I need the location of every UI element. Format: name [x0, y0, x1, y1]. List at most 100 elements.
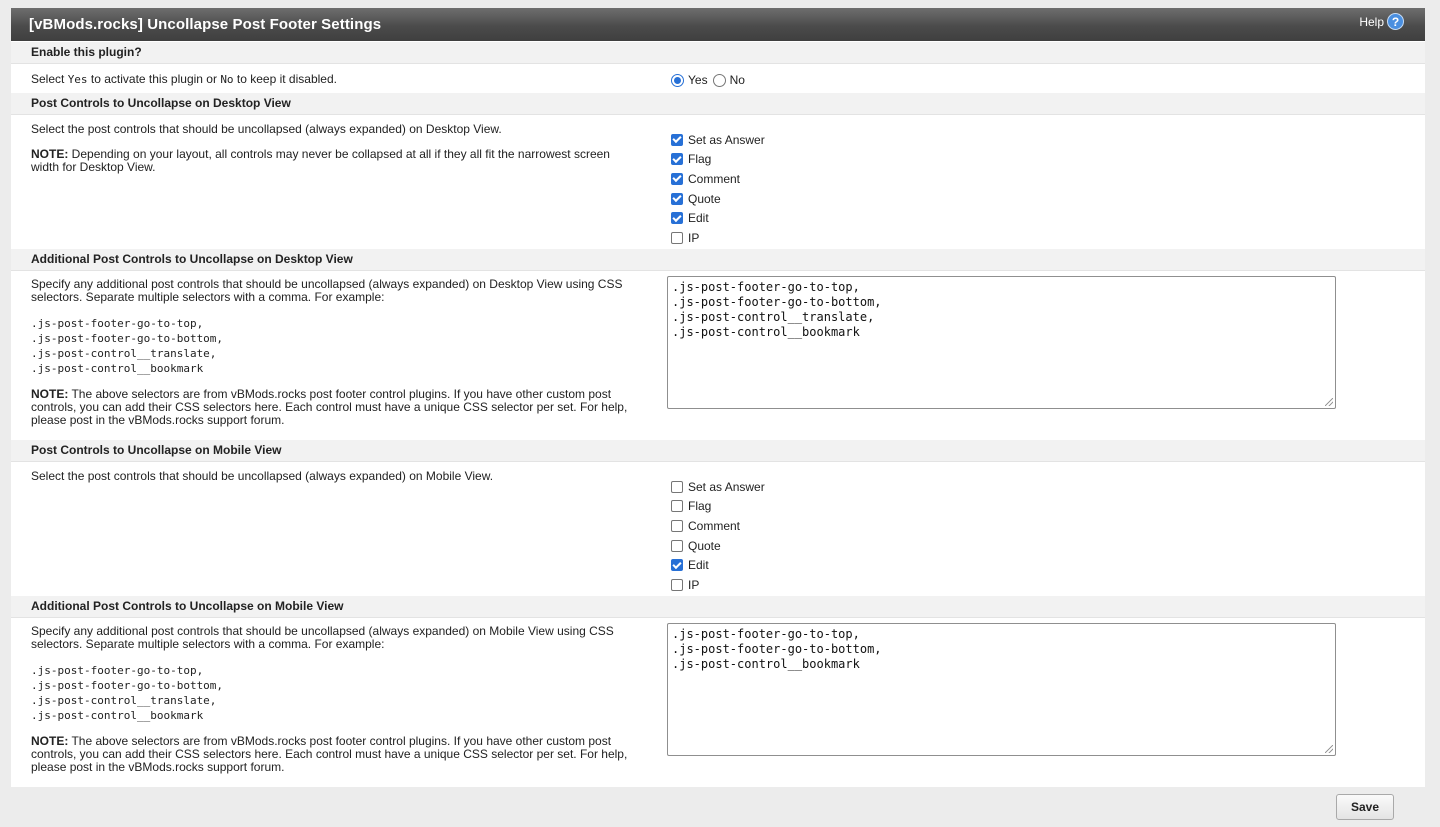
note-label: NOTE: [31, 387, 69, 401]
textarea-value: .js-post-footer-go-to-top, .js-post-foot… [672, 627, 882, 671]
mobile-option-flag[interactable]: Flag [671, 497, 765, 517]
enable-no-radio[interactable] [712, 73, 726, 87]
checkbox[interactable] [671, 153, 683, 166]
enable-radio-group: Yes No [671, 73, 750, 87]
enable-desc-text: to keep it disabled. [233, 72, 337, 86]
enable-desc-text: to activate this plugin or [87, 72, 221, 86]
mobile-additional-row: Specify any additional post controls tha… [11, 617, 1425, 787]
checkbox[interactable] [671, 172, 683, 185]
mobile-option-edit[interactable]: Edit [671, 555, 765, 575]
option-label[interactable]: Set as Answer [688, 480, 765, 494]
yes-code: Yes [67, 73, 88, 86]
checkbox[interactable] [671, 231, 683, 244]
checkbox[interactable] [671, 192, 683, 205]
option-label[interactable]: Edit [688, 558, 709, 572]
mobile-option-set-as-answer[interactable]: Set as Answer [671, 477, 765, 497]
enable-yes-label[interactable]: Yes [688, 73, 708, 87]
checkbox[interactable] [671, 212, 683, 225]
desktop-option-ip[interactable]: IP [671, 228, 765, 248]
checkbox[interactable] [671, 559, 683, 572]
section-desktop-additional-heading: Additional Post Controls to Uncollapse o… [11, 249, 1425, 270]
option-label[interactable]: Edit [688, 211, 709, 225]
help-question-icon[interactable]: ? [1387, 13, 1404, 30]
section-enable-heading: Enable this plugin? [11, 42, 1425, 63]
checkbox[interactable] [671, 519, 683, 532]
mobile-desc-text: Select the post controls that should be … [31, 469, 494, 483]
enable-desc-text: Select [31, 72, 68, 86]
code-line: .js-post-control__translate, [31, 694, 217, 707]
title-bar: [vBMods.rocks] Uncollapse Post Footer Se… [11, 8, 1425, 41]
code-line: .js-post-control__bookmark [31, 362, 204, 375]
form-footer: Save [11, 787, 1425, 827]
desktop-note: NOTE: Depending on your layout, all cont… [31, 148, 636, 174]
textarea-value: .js-post-footer-go-to-top, .js-post-foot… [672, 280, 882, 339]
desktop-additional-note: NOTE: The above selectors are from vBMod… [31, 388, 636, 427]
mobile-description: Select the post controls that should be … [31, 470, 636, 483]
checkbox[interactable] [671, 500, 683, 513]
note-label: NOTE: [31, 734, 69, 748]
mobile-controls-row: Select the post controls that should be … [11, 461, 1425, 596]
mobile-checkbox-list: Set as Answer Flag Comment Quote Edit IP [671, 477, 765, 595]
enable-row: Select Yes to activate this plugin or No… [11, 63, 1425, 93]
option-label[interactable]: Set as Answer [688, 133, 765, 147]
option-label[interactable]: Quote [688, 192, 721, 206]
help-label: Help [1359, 14, 1384, 29]
mobile-example-code: .js-post-footer-go-to-top, .js-post-foot… [31, 663, 636, 723]
section-desktop-heading: Post Controls to Uncollapse on Desktop V… [11, 93, 1425, 114]
desktop-example-code: .js-post-footer-go-to-top, .js-post-foot… [31, 316, 636, 376]
mobile-selectors-textarea[interactable]: .js-post-footer-go-to-top, .js-post-foot… [667, 623, 1336, 756]
resize-grip-icon[interactable] [1325, 745, 1333, 753]
desktop-option-edit[interactable]: Edit [671, 208, 765, 228]
option-label[interactable]: Flag [688, 152, 711, 166]
checkbox[interactable] [671, 578, 683, 591]
checkbox[interactable] [671, 539, 683, 552]
code-line: .js-post-control__translate, [31, 347, 217, 360]
mobile-additional-desc-text: Specify any additional post controls tha… [31, 624, 614, 651]
option-label[interactable]: Comment [688, 172, 740, 186]
page-title: [vBMods.rocks] Uncollapse Post Footer Se… [29, 16, 382, 33]
code-line: .js-post-footer-go-to-top, [31, 664, 204, 677]
resize-grip-icon[interactable] [1325, 398, 1333, 406]
settings-panel: [vBMods.rocks] Uncollapse Post Footer Se… [11, 8, 1425, 827]
checkbox[interactable] [671, 133, 683, 146]
desktop-option-set-as-answer[interactable]: Set as Answer [671, 130, 765, 150]
code-line: .js-post-footer-go-to-bottom, [31, 332, 224, 345]
desktop-option-comment[interactable]: Comment [671, 169, 765, 189]
enable-description: Select Yes to activate this plugin or No… [31, 72, 636, 87]
option-label[interactable]: IP [688, 231, 699, 245]
note-label: NOTE: [31, 147, 69, 161]
code-line: .js-post-control__bookmark [31, 709, 204, 722]
desktop-additional-description: Specify any additional post controls tha… [31, 278, 636, 427]
desktop-additional-desc-text: Specify any additional post controls tha… [31, 277, 623, 304]
section-mobile-heading: Post Controls to Uncollapse on Mobile Vi… [11, 440, 1425, 461]
enable-yes-radio[interactable] [671, 73, 684, 87]
note-text: The above selectors are from vBMods.rock… [31, 734, 628, 774]
desktop-option-quote[interactable]: Quote [671, 189, 765, 209]
mobile-additional-note: NOTE: The above selectors are from vBMod… [31, 735, 636, 774]
mobile-option-comment[interactable]: Comment [671, 516, 765, 536]
desktop-controls-row: Select the post controls that should be … [11, 114, 1425, 249]
option-label[interactable]: Flag [688, 499, 711, 513]
desktop-checkbox-list: Set as Answer Flag Comment Quote Edit IP [671, 130, 765, 248]
desktop-option-flag[interactable]: Flag [671, 150, 765, 170]
desktop-additional-row: Specify any additional post controls tha… [11, 270, 1425, 450]
mobile-option-quote[interactable]: Quote [671, 536, 765, 556]
no-code: No [220, 73, 234, 86]
note-text: The above selectors are from vBMods.rock… [31, 387, 628, 427]
section-mobile-additional-heading: Additional Post Controls to Uncollapse o… [11, 596, 1425, 617]
desktop-selectors-textarea[interactable]: .js-post-footer-go-to-top, .js-post-foot… [667, 276, 1336, 409]
enable-no-label[interactable]: No [730, 73, 745, 87]
checkbox[interactable] [671, 480, 683, 493]
help-link[interactable]: Help ? [1359, 13, 1404, 30]
code-line: .js-post-footer-go-to-top, [31, 317, 204, 330]
save-button[interactable]: Save [1336, 794, 1394, 820]
option-label[interactable]: Comment [688, 519, 740, 533]
mobile-option-ip[interactable]: IP [671, 575, 765, 595]
code-line: .js-post-footer-go-to-bottom, [31, 679, 224, 692]
option-label[interactable]: IP [688, 578, 699, 592]
note-text: Depending on your layout, all controls m… [31, 147, 610, 174]
mobile-additional-description: Specify any additional post controls tha… [31, 625, 636, 774]
option-label[interactable]: Quote [688, 539, 721, 553]
desktop-desc-text: Select the post controls that should be … [31, 122, 502, 136]
desktop-description: Select the post controls that should be … [31, 123, 636, 174]
